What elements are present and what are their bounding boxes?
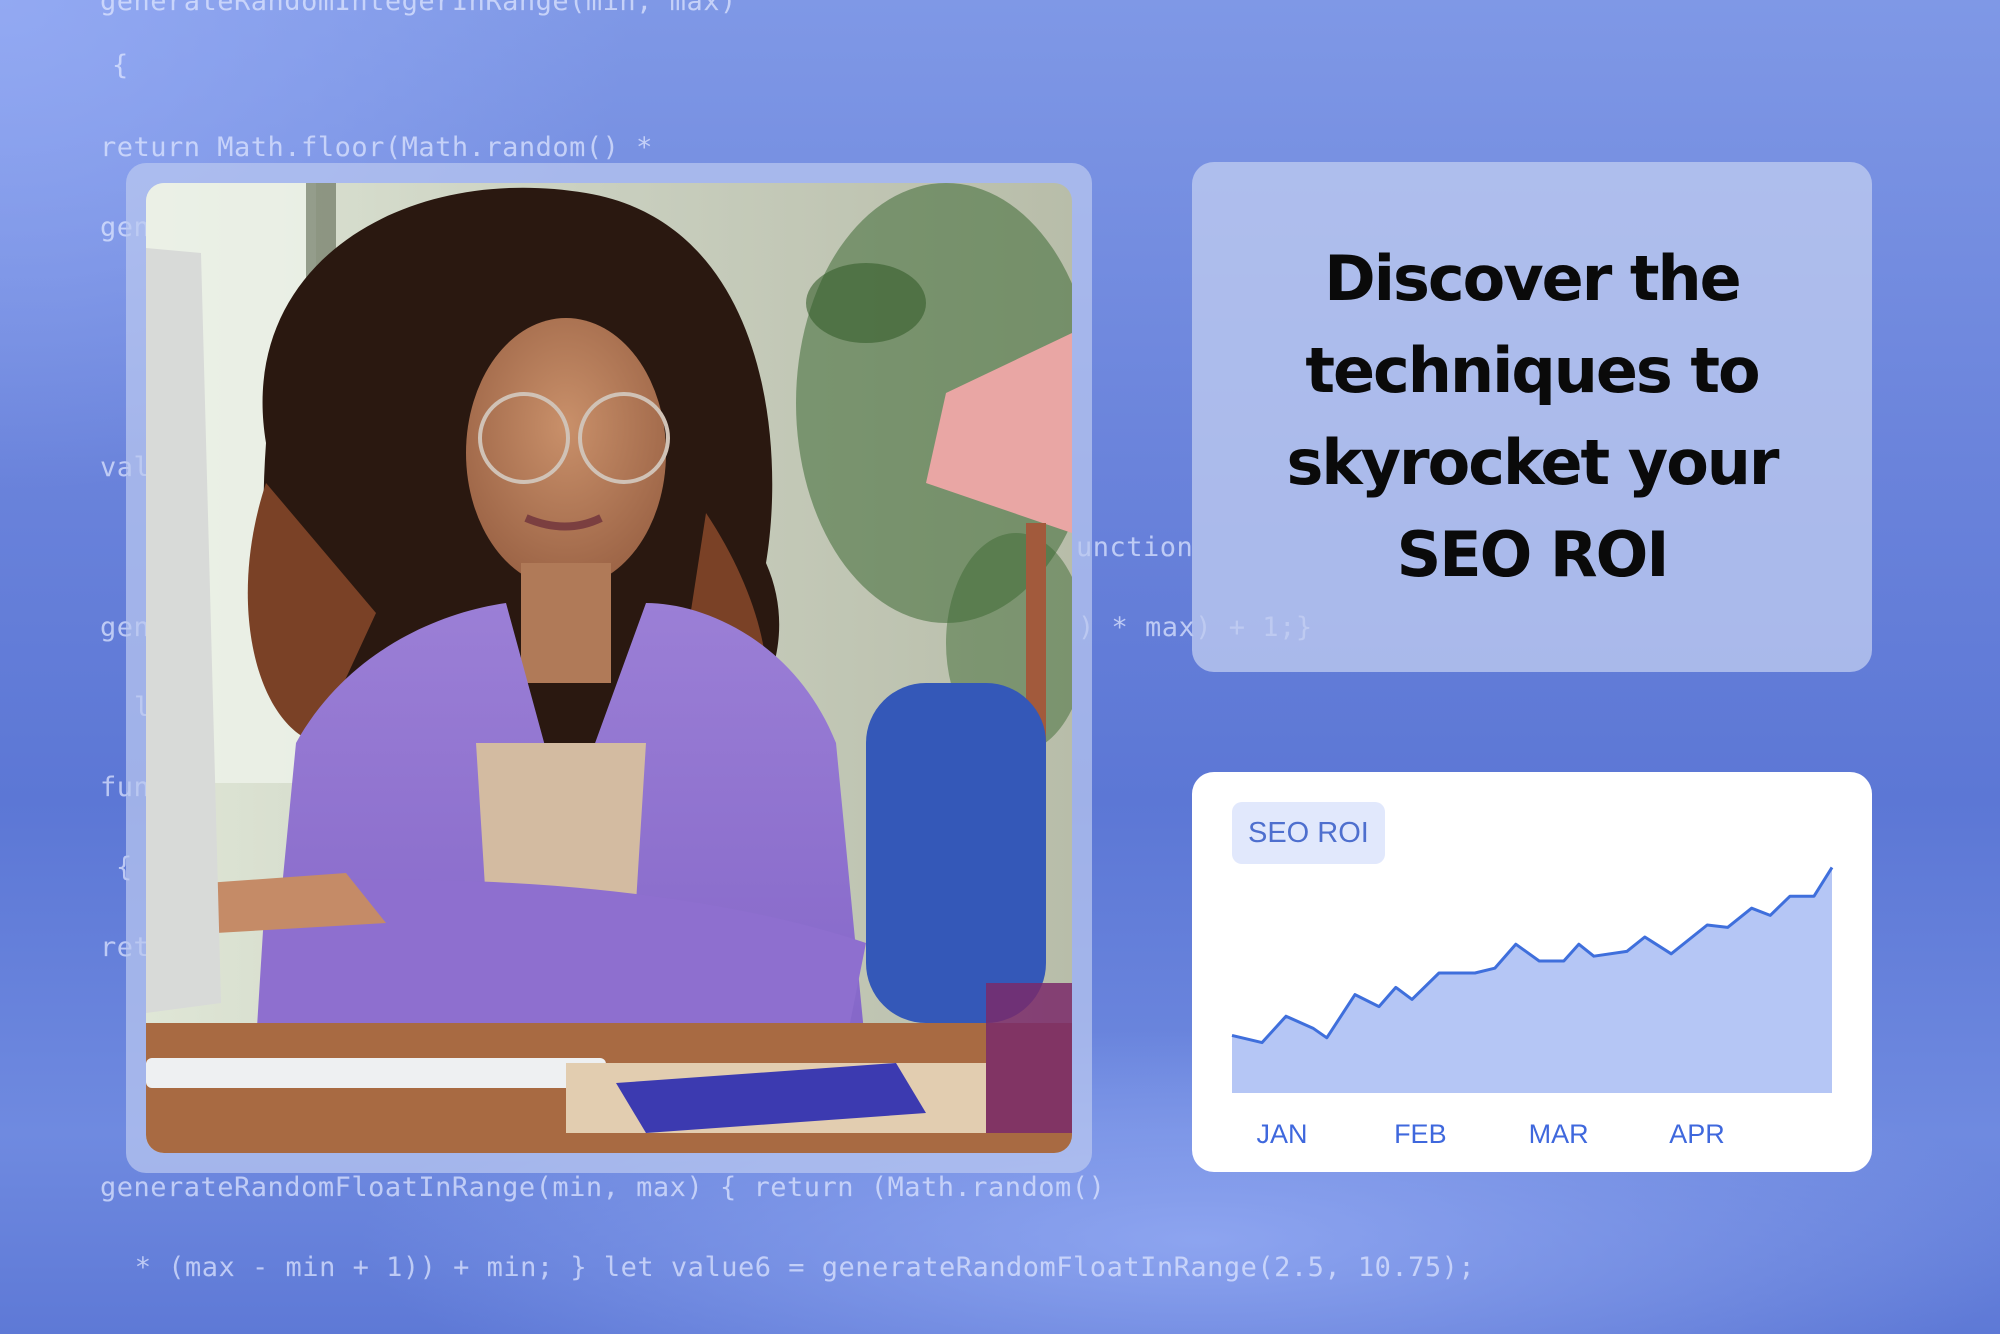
code-line: return Math.floor(Math.random() * bbox=[100, 132, 653, 163]
code-line: * (max - min + 1)) + min; } let value6 =… bbox=[118, 1252, 1476, 1283]
code-line: generateRandomFloatInRange(min, max) { r… bbox=[100, 1172, 1106, 1203]
photo-illustration bbox=[146, 183, 1072, 1153]
x-tick-label: FEB bbox=[1394, 1119, 1447, 1149]
x-tick-label: APR bbox=[1669, 1119, 1725, 1149]
hero-photo bbox=[146, 183, 1072, 1153]
chart-area-fill bbox=[1232, 867, 1832, 1093]
x-tick-label: MAR bbox=[1529, 1119, 1589, 1149]
chart-card: JAN FEB MAR APR SEO ROI bbox=[1192, 772, 1872, 1172]
chart-title-badge: SEO ROI bbox=[1232, 802, 1385, 864]
x-tick-label: JAN bbox=[1256, 1119, 1307, 1149]
code-fragment: generateRandomIntegerInRange(min, max) bbox=[100, 0, 737, 17]
headline-card: Discover the techniques to skyrocket you… bbox=[1192, 162, 1872, 672]
code-line: { bbox=[112, 50, 129, 81]
headline: Discover the techniques to skyrocket you… bbox=[1286, 242, 1779, 591]
code-line: unction bbox=[1076, 532, 1194, 563]
